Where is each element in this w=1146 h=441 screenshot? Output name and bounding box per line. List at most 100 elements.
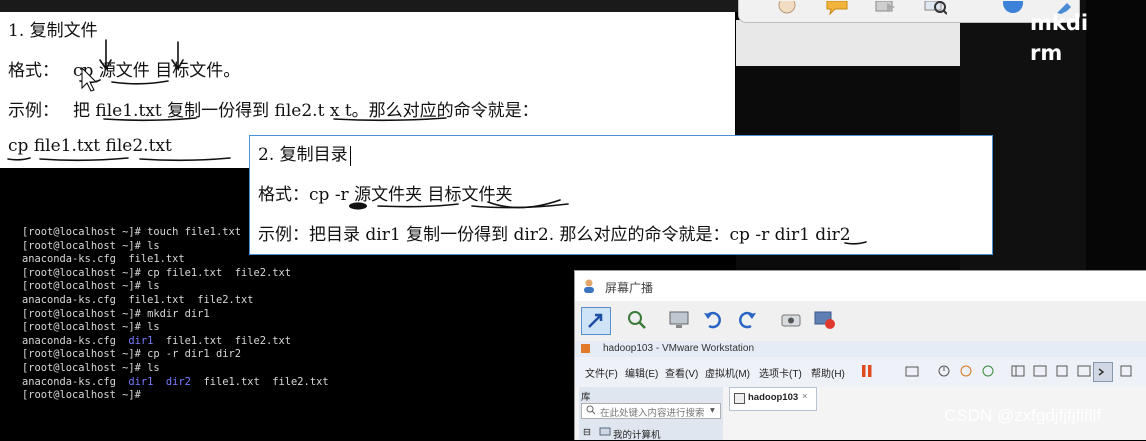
terminal-command-line: [root@localhost ~]# ls <box>22 362 329 376</box>
manage-snapshot-icon[interactable] <box>981 364 995 378</box>
redo-icon[interactable] <box>735 308 759 332</box>
terminal-output-line: anaconda-ks.cfg file1.txt file2.txt <box>22 294 329 308</box>
terminal-prompt: [root@localhost ~]# <box>22 239 148 252</box>
terminal-command-line: [root@localhost ~]# mkdir dir1 <box>22 308 329 322</box>
terminal-prompt: [root@localhost ~]# <box>22 266 148 279</box>
terminal-command-line: [root@localhost ~]# <box>22 389 329 403</box>
terminal-command: ls <box>147 321 160 334</box>
terminal-file-entry: anaconda-ks.cfg <box>22 253 116 266</box>
terminal-prompt: [root@localhost ~]# <box>22 389 148 402</box>
comment-tool-icon[interactable] <box>825 0 849 16</box>
handwritten-annotations <box>349 199 867 245</box>
tab-hadoop103[interactable]: hadoop103 × <box>729 387 817 411</box>
terminal-prompt: [root@localhost ~]# <box>22 226 148 238</box>
note-panel-copy-dir: 2. 复制目录 格式：cp -r 源文件夹 目标文件夹 示例：把目录 dir1 … <box>249 135 993 255</box>
terminal-prompt: [root@localhost ~]# <box>22 361 148 374</box>
terminal-prompt: [root@localhost ~]# <box>22 348 148 361</box>
terminal-file-entry: file2.txt <box>272 375 329 388</box>
eraser-tool-icon[interactable] <box>873 0 897 14</box>
menu-view[interactable]: 查看(V) <box>665 365 698 380</box>
fullscreen-icon[interactable] <box>1055 364 1069 378</box>
screen-broadcast-titlebar: 屏幕广播 <box>575 271 1146 301</box>
vmware-logo-icon <box>581 344 590 353</box>
search-dropdown-icon[interactable]: ▾ <box>710 405 715 416</box>
background-window-edge <box>1086 0 1146 270</box>
library-view-icon[interactable] <box>1011 364 1025 378</box>
library-pane: 库 在此处键入内容进行搜索 ▾ ⊟ 我的计算机 <box>579 387 723 441</box>
terminal-dir-entry: dir1 <box>128 334 154 347</box>
tab-label: hadoop103 <box>748 392 799 403</box>
broadcast-title: 屏幕广播 <box>605 281 654 295</box>
terminal-command-line: [root@localhost ~]# cp -r dir1 dir2 <box>22 348 329 362</box>
revert-snapshot-icon[interactable] <box>959 364 973 378</box>
vmware-titlebar: hadoop103 - VMware Workstation <box>575 341 1146 357</box>
terminal-prompt: [root@localhost ~]# <box>22 280 148 293</box>
hand-tool-icon[interactable] <box>775 0 799 14</box>
snapshot-icon[interactable] <box>937 364 951 378</box>
terminal-file-entry: anaconda-ks.cfg <box>22 293 116 306</box>
close-icon[interactable]: × <box>802 391 808 402</box>
menu-edit[interactable]: 编辑(E) <box>625 365 658 380</box>
library-label: 库 <box>581 392 591 403</box>
terminal-prompt: [root@localhost ~]# <box>22 321 148 334</box>
terminal-file-entry: file2.txt <box>234 334 292 347</box>
monitor-icon[interactable] <box>667 308 691 332</box>
info-icon[interactable] <box>1001 0 1025 14</box>
computer-icon <box>599 427 611 437</box>
stop-broadcast-icon[interactable] <box>813 308 837 332</box>
terminal-prompt: [root@localhost ~]# <box>22 307 148 320</box>
camera-icon[interactable] <box>779 308 803 332</box>
terminal-file-entry: file2.txt <box>197 293 254 306</box>
terminal-command-line: [root@localhost ~]# cp file1.txt file2.t… <box>22 267 329 281</box>
terminal-file-entry: anaconda-ks.cfg <box>22 334 116 347</box>
terminal-dir-entry: dir2 <box>165 375 191 388</box>
terminal-command: ls <box>147 239 160 252</box>
menu-file[interactable]: 文件(F) <box>585 365 618 380</box>
console-view-icon[interactable] <box>1093 362 1113 382</box>
terminal-command-line: [root@localhost ~]# ls <box>22 280 329 294</box>
terminal-command: mkdir dir1 <box>147 307 210 320</box>
pointer-tool-button[interactable] <box>581 307 611 335</box>
terminal-command: cp file1.txt file2.txt <box>147 266 292 279</box>
thumbnail-view-icon[interactable] <box>1033 364 1047 378</box>
menu-help[interactable]: 帮助(H) <box>811 365 845 380</box>
terminal-output: [root@localhost ~]# touch file1.txt [root… <box>22 226 329 403</box>
terminal-file-entry: anaconda-ks.cfg <box>22 375 116 388</box>
tree-expand-icon[interactable]: ⊟ <box>583 427 591 438</box>
watermark: CSDN @zxfgdjfjfjflfllf <box>944 406 1102 425</box>
terminal-command-line: [root@localhost ~]# touch file1.txt <box>22 226 329 240</box>
search-placeholder: 在此处键入内容进行搜索 <box>600 408 705 419</box>
terminal-file-entry: file1.txt <box>165 334 223 347</box>
terminal-dir-entry: dir1 <box>128 375 154 388</box>
undo-icon[interactable] <box>701 308 725 332</box>
menu-tabs[interactable]: 选项卡(T) <box>759 365 802 380</box>
terminal-command-line: [root@localhost ~]# ls <box>22 321 329 335</box>
terminal-output-line: anaconda-ks.cfg file1.txt <box>22 253 329 267</box>
vmware-app-title: hadoop103 - VMware Workstation <box>603 343 755 354</box>
stretch-icon[interactable] <box>1119 364 1133 378</box>
terminal-command-line: [root@localhost ~]# ls <box>22 240 329 254</box>
pause-icon[interactable] <box>861 364 873 378</box>
zoom-tool-icon[interactable] <box>625 308 651 332</box>
terminal-file-entry: file1.txt <box>128 293 185 306</box>
broadcast-user-icon <box>583 279 599 293</box>
background-overlay-text: mkdi rm <box>1030 11 1089 65</box>
terminal-command: touch file1.txt <box>147 226 241 238</box>
terminal-output-line: anaconda-ks.cfg dir1 dir2 file1.txt file… <box>22 376 329 390</box>
magnifier-tool-icon[interactable] <box>923 0 948 15</box>
terminal-command: ls <box>147 280 160 293</box>
broadcast-toolbar <box>575 301 1146 342</box>
menu-vm[interactable]: 虚拟机(M) <box>705 365 750 380</box>
annotation-toolbar <box>738 0 1080 23</box>
terminal-file-entry: file1.txt <box>128 253 185 266</box>
terminal-command: ls <box>147 361 160 374</box>
send-keys-icon[interactable] <box>905 364 919 378</box>
search-icon <box>586 405 596 415</box>
unity-icon[interactable] <box>1077 364 1091 378</box>
terminal-output-line: anaconda-ks.cfg dir1 file1.txt file2.txt <box>22 335 329 349</box>
vm-tab-icon <box>734 393 745 404</box>
terminal-command: cp -r dir1 dir2 <box>147 348 241 361</box>
background-window-header <box>736 20 960 66</box>
terminal-file-entry: file1.txt <box>203 375 260 388</box>
library-search-input[interactable]: 在此处键入内容进行搜索 ▾ <box>581 403 721 419</box>
